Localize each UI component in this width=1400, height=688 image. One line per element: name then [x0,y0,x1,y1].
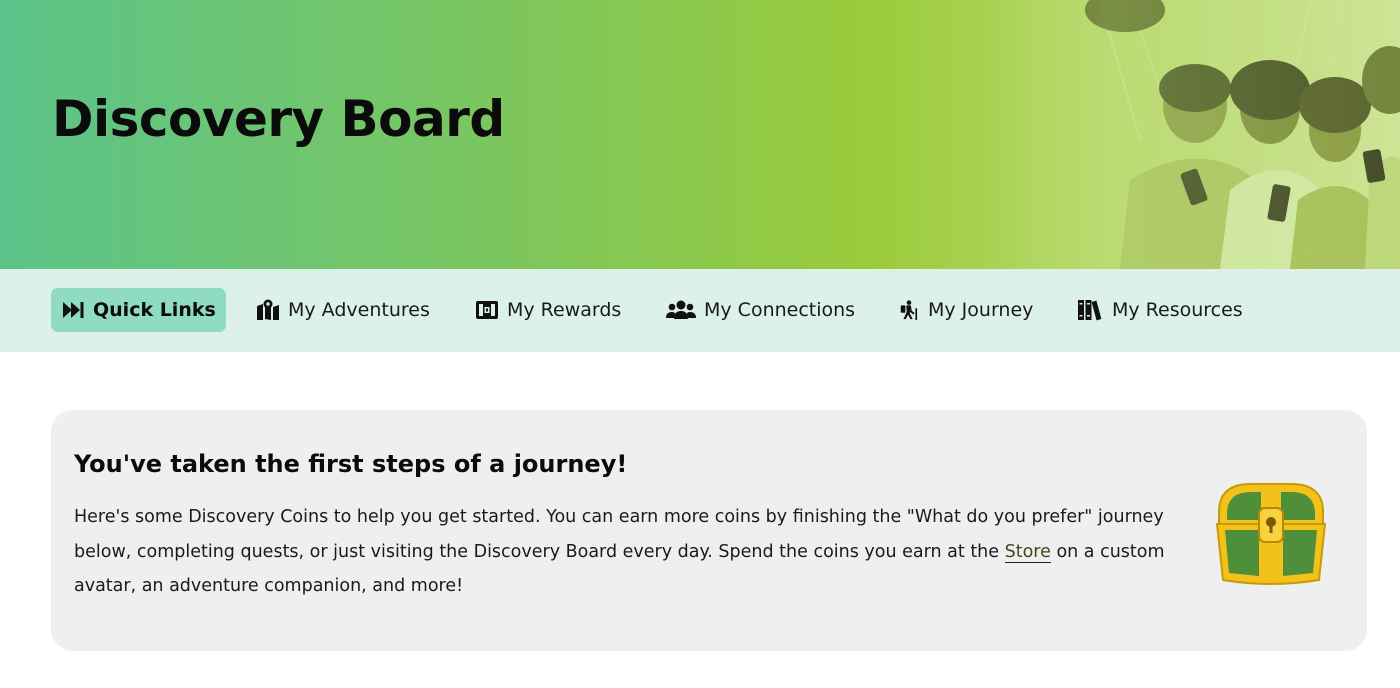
nav-label: My Adventures [288,299,430,321]
hiking-icon [900,300,918,321]
nav-item-my-adventures[interactable]: My Adventures [256,288,430,332]
nav-item-my-rewards[interactable]: My Rewards [475,288,621,332]
welcome-card-text: Here's some Discovery Coins to help you … [74,500,1184,604]
welcome-card-title: You've taken the first steps of a journe… [74,450,628,478]
nav-item-my-resources[interactable]: My Resources [1076,288,1243,332]
map-location-icon [257,299,279,320]
welcome-card: You've taken the first steps of a journe… [51,410,1367,651]
store-link[interactable]: Store [1004,541,1051,563]
nav-label: My Rewards [507,299,622,321]
nav-label: Quick Links [93,299,216,321]
treasure-chest-illustration [1215,483,1327,585]
nav-item-my-connections[interactable]: My Connections [666,288,855,332]
treasure-chest-icon [476,301,498,319]
books-icon [1078,300,1102,321]
nav-label: My Resources [1112,299,1243,321]
nav-label: My Journey [928,299,1034,321]
nav-label: My Connections [704,299,856,321]
fast-forward-icon [63,302,84,318]
hero-banner: Discovery Board [0,0,1400,269]
nav-item-quick-links[interactable]: Quick Links [51,288,226,332]
users-icon [666,300,696,319]
welcome-text-part-1: Here's some Discovery Coins to help you … [74,507,1164,562]
quick-nav-bar: Quick Links My Adventures My Rewards My … [0,269,1400,352]
page-title: Discovery Board [52,90,505,148]
hero-photo-people [980,0,1400,269]
nav-item-my-journey[interactable]: My Journey [898,288,1033,332]
